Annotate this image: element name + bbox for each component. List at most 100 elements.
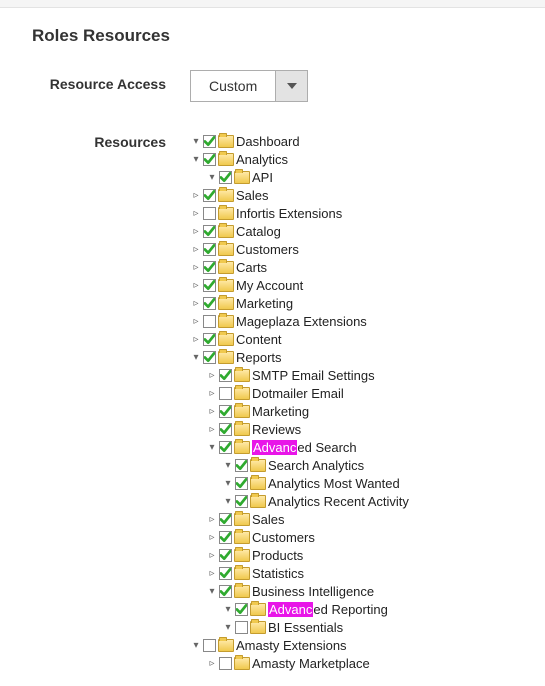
tree-checkbox[interactable] <box>203 135 216 148</box>
tree-label[interactable]: Advanced Reporting <box>268 602 388 617</box>
tree-label[interactable]: API <box>252 170 273 185</box>
tree-checkbox[interactable] <box>219 387 232 400</box>
tree-label[interactable]: Customers <box>252 530 315 545</box>
tree-checkbox[interactable] <box>203 351 216 364</box>
tree-toggle[interactable]: ▹ <box>190 280 202 291</box>
tree-checkbox[interactable] <box>203 297 216 310</box>
tree-toggle[interactable]: ▹ <box>190 190 202 201</box>
tree-label[interactable]: Analytics Recent Activity <box>268 494 409 509</box>
tree-checkbox[interactable] <box>203 261 216 274</box>
tree-checkbox[interactable] <box>235 495 248 508</box>
tree-checkbox[interactable] <box>203 189 216 202</box>
tree-toggle[interactable]: ▹ <box>206 388 218 399</box>
tree-checkbox[interactable] <box>219 405 232 418</box>
search-highlight: Advanc <box>268 602 313 617</box>
tree-label[interactable]: Marketing <box>252 404 309 419</box>
tree-checkbox[interactable] <box>235 459 248 472</box>
tree-label[interactable]: Advanced Search <box>252 440 357 455</box>
folder-icon <box>234 369 250 382</box>
tree-label[interactable]: BI Essentials <box>268 620 343 635</box>
tree-checkbox[interactable] <box>219 423 232 436</box>
tree-label[interactable]: Dotmailer Email <box>252 386 344 401</box>
section-title: Roles Resources <box>0 8 545 70</box>
tree-toggle[interactable]: ▹ <box>206 406 218 417</box>
tree-checkbox[interactable] <box>219 567 232 580</box>
tree-checkbox[interactable] <box>219 549 232 562</box>
tree-toggle[interactable]: ▹ <box>206 424 218 435</box>
tree-label[interactable]: Business Intelligence <box>252 584 374 599</box>
tree-toggle[interactable]: ▾ <box>222 496 234 507</box>
tree-toggle[interactable]: ▹ <box>206 532 218 543</box>
folder-icon <box>218 135 234 148</box>
tree-toggle[interactable]: ▾ <box>206 586 218 597</box>
tree-checkbox[interactable] <box>219 441 232 454</box>
tree-toggle[interactable]: ▹ <box>190 334 202 345</box>
tree-label[interactable]: Amasty Extensions <box>236 638 347 653</box>
tree-label[interactable]: My Account <box>236 278 303 293</box>
folder-icon <box>218 315 234 328</box>
tree-checkbox[interactable] <box>203 207 216 220</box>
tree-label[interactable]: Reports <box>236 350 282 365</box>
tree-toggle[interactable]: ▹ <box>190 226 202 237</box>
tree-toggle[interactable]: ▾ <box>190 154 202 165</box>
tree-toggle[interactable]: ▾ <box>222 460 234 471</box>
tree-label[interactable]: Amasty Marketplace <box>252 656 370 671</box>
tree-node: ▹ Statistics <box>206 564 545 582</box>
tree-checkbox[interactable] <box>235 477 248 490</box>
tree-toggle[interactable]: ▹ <box>206 658 218 669</box>
tree-checkbox[interactable] <box>219 171 232 184</box>
tree-toggle[interactable]: ▾ <box>222 478 234 489</box>
tree-checkbox[interactable] <box>235 621 248 634</box>
tree-label[interactable]: Search Analytics <box>268 458 364 473</box>
tree-toggle[interactable]: ▾ <box>190 352 202 363</box>
tree-label[interactable]: Dashboard <box>236 134 300 149</box>
tree-toggle[interactable]: ▾ <box>222 622 234 633</box>
tree-toggle[interactable]: ▹ <box>190 244 202 255</box>
tree-toggle[interactable]: ▹ <box>190 208 202 219</box>
tree-toggle[interactable]: ▹ <box>206 514 218 525</box>
tree-checkbox[interactable] <box>203 153 216 166</box>
tree-checkbox[interactable] <box>235 603 248 616</box>
tree-toggle[interactable]: ▾ <box>222 604 234 615</box>
tree-label[interactable]: Analytics Most Wanted <box>268 476 400 491</box>
tree-label[interactable]: Infortis Extensions <box>236 206 342 221</box>
tree-checkbox[interactable] <box>203 639 216 652</box>
tree-label[interactable]: Sales <box>252 512 285 527</box>
tree-label[interactable]: Sales <box>236 188 269 203</box>
tree-checkbox[interactable] <box>219 513 232 526</box>
tree-label[interactable]: Statistics <box>252 566 304 581</box>
tree-checkbox[interactable] <box>219 657 232 670</box>
tree-checkbox[interactable] <box>203 225 216 238</box>
tree-label[interactable]: Analytics <box>236 152 288 167</box>
tree-label[interactable]: Mageplaza Extensions <box>236 314 367 329</box>
tree-toggle[interactable]: ▹ <box>206 550 218 561</box>
tree-label[interactable]: Carts <box>236 260 267 275</box>
tree-label[interactable]: Products <box>252 548 303 563</box>
tree-toggle[interactable]: ▹ <box>190 316 202 327</box>
tree-checkbox[interactable] <box>203 333 216 346</box>
tree-checkbox[interactable] <box>219 531 232 544</box>
tree-label[interactable]: Marketing <box>236 296 293 311</box>
tree-checkbox[interactable] <box>203 243 216 256</box>
tree-label[interactable]: Catalog <box>236 224 281 239</box>
folder-icon <box>218 333 234 346</box>
tree-toggle[interactable]: ▹ <box>190 298 202 309</box>
resource-access-select[interactable]: Custom <box>190 70 308 102</box>
tree-toggle[interactable]: ▹ <box>206 568 218 579</box>
tree-toggle[interactable]: ▾ <box>190 136 202 147</box>
tree-label[interactable]: Customers <box>236 242 299 257</box>
tree-label[interactable]: Content <box>236 332 282 347</box>
tree-checkbox[interactable] <box>203 315 216 328</box>
tree-toggle[interactable]: ▹ <box>206 370 218 381</box>
tree-toggle[interactable]: ▾ <box>206 442 218 453</box>
tree-toggle[interactable]: ▹ <box>190 262 202 273</box>
tree-checkbox[interactable] <box>219 585 232 598</box>
tree-checkbox[interactable] <box>219 369 232 382</box>
tree-node: ▾ Advanced Search ▾ Search Analytics ▾ Analyt… <box>206 438 545 510</box>
tree-label[interactable]: SMTP Email Settings <box>252 368 375 383</box>
tree-checkbox[interactable] <box>203 279 216 292</box>
tree-label[interactable]: Reviews <box>252 422 301 437</box>
tree-toggle[interactable]: ▾ <box>190 640 202 651</box>
tree-toggle[interactable]: ▾ <box>206 172 218 183</box>
folder-icon <box>234 387 250 400</box>
